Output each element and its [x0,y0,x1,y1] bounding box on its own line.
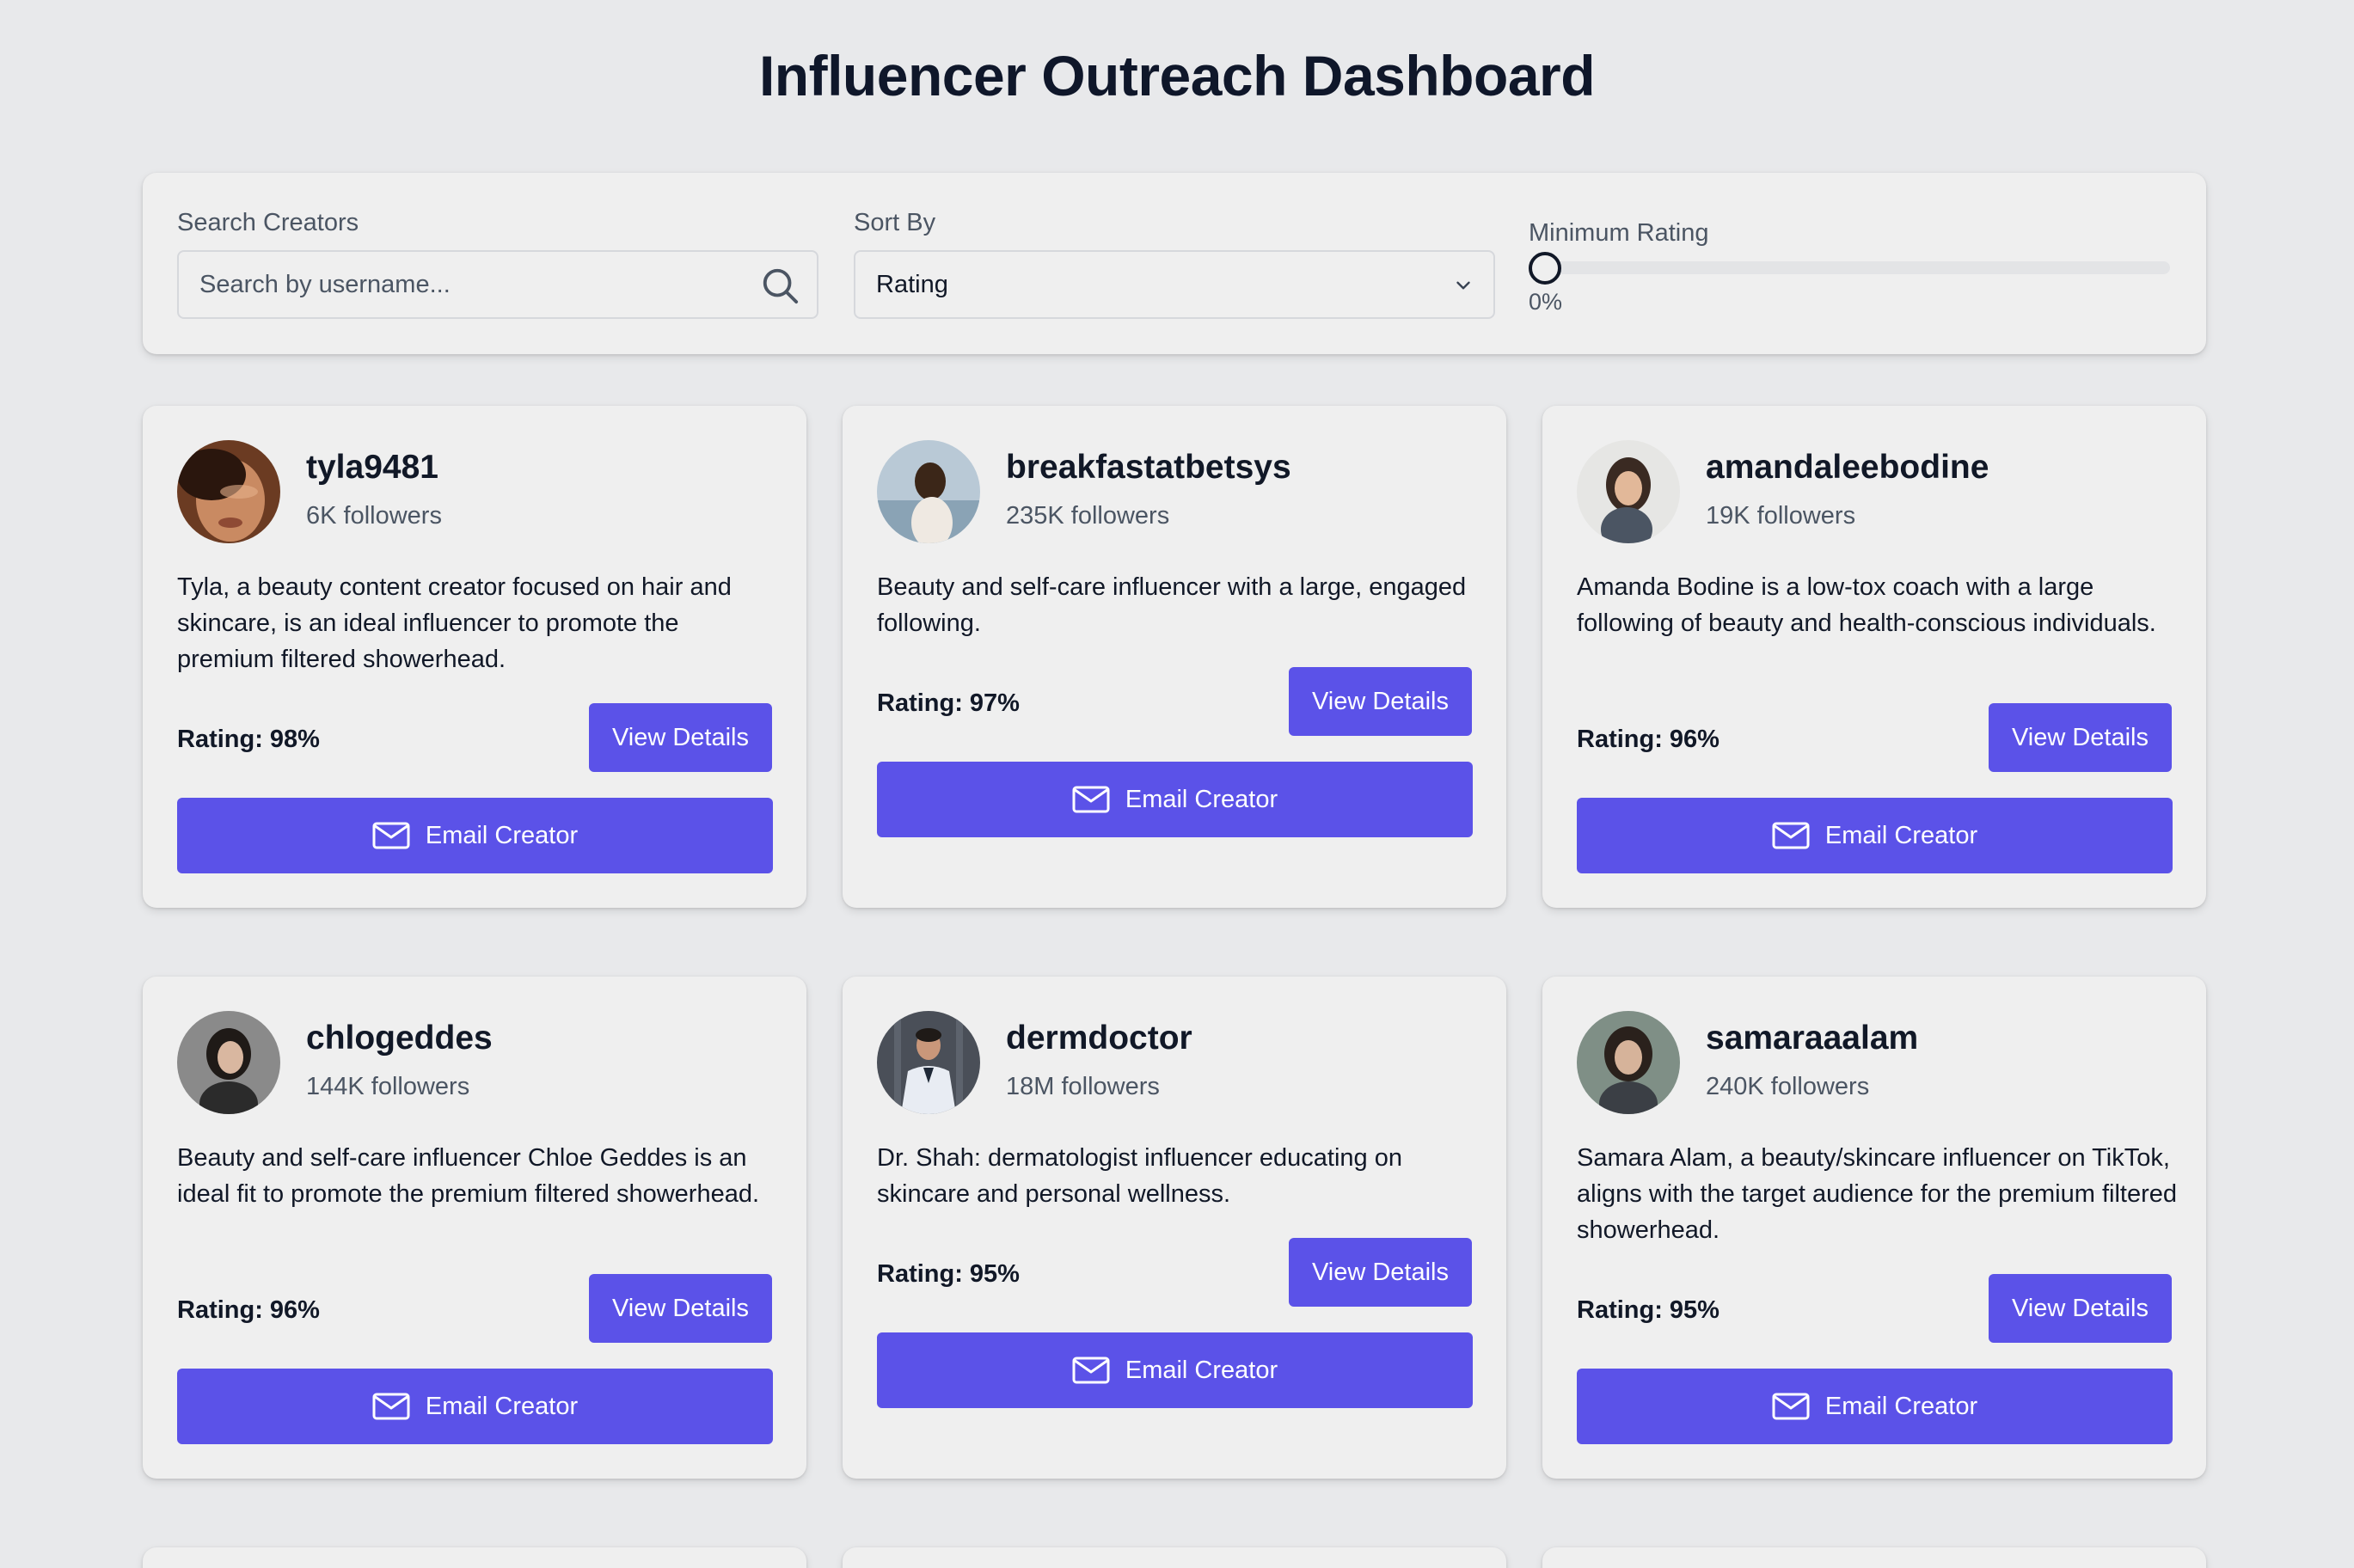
rating-slider-track[interactable] [1529,261,2170,274]
creator-username[interactable]: samaraaalam [1706,1020,1918,1057]
creator-bio: Beauty and self-care influencer Chloe Ge… [177,1144,760,1208]
avatar [177,440,280,543]
sort-label: Sort By [854,209,936,236]
creator-followers: 235K followers [1006,502,1170,530]
creator-rating: Rating: 97% [877,689,1020,717]
chevron-down-icon [1456,281,1470,290]
creator-card-partial [843,1547,1506,1568]
creator-rating: Rating: 96% [177,1296,320,1324]
email-creator-button[interactable]: Email Creator [1577,1369,2173,1444]
creator-rating: Rating: 95% [877,1260,1020,1288]
creator-card: chlogeddes 144K followers Beauty and sel… [143,977,806,1479]
creator-rating: Rating: 95% [1577,1296,1720,1324]
avatar [877,440,980,543]
creator-bio: Dr. Shah: dermatologist influencer educa… [877,1144,1402,1208]
email-creator-button[interactable]: Email Creator [1577,798,2173,873]
creator-card-partial [1542,1547,2206,1568]
sort-select[interactable]: Rating [854,250,1495,319]
search-input[interactable] [199,252,733,317]
rating-slider-thumb[interactable] [1529,252,1561,285]
sort-selected-value: Rating [876,271,948,298]
email-button-label: Email Creator [425,1392,579,1420]
email-button-label: Email Creator [1824,821,1978,849]
page-title: Influencer Outreach Dashboard [758,44,1596,107]
rating-slider-value: 0% [1529,289,1563,315]
view-details-button[interactable]: View Details [1989,1274,2172,1343]
creator-card: tyla9481 6K followers Tyla, a beauty con… [143,406,806,908]
view-details-button[interactable]: View Details [589,1274,772,1343]
mail-icon [1772,822,1810,849]
creator-card: amandaleebodine 19K followers Amanda Bod… [1542,406,2206,908]
email-button-label: Email Creator [425,821,579,849]
email-creator-button[interactable]: Email Creator [877,1332,1473,1408]
view-details-button[interactable]: View Details [1289,667,1472,736]
email-button-label: Email Creator [1125,785,1278,813]
view-details-button[interactable]: View Details [1989,703,2172,772]
creator-followers: 240K followers [1706,1073,1870,1100]
creator-rating: Rating: 96% [1577,726,1720,753]
avatar [1577,1011,1680,1114]
mail-icon [1072,786,1110,813]
search-label: Search Creators [177,209,359,236]
creator-username[interactable]: breakfastatbetsys [1006,449,1291,487]
creator-card: dermdoctor 18M followers Dr. Shah: derma… [843,977,1506,1479]
creator-username[interactable]: dermdoctor [1006,1020,1192,1057]
creator-followers: 18M followers [1006,1073,1160,1100]
creator-followers: 6K followers [306,502,442,530]
search-field[interactable] [177,250,818,319]
mail-icon [1072,1357,1110,1384]
email-creator-button[interactable]: Email Creator [877,762,1473,837]
avatar [177,1011,280,1114]
creator-card: samaraaalam 240K followers Samara Alam, … [1542,977,2206,1479]
creator-username[interactable]: amandaleebodine [1706,449,1989,487]
email-button-label: Email Creator [1824,1392,1978,1420]
creator-bio: Amanda Bodine is a low-tox coach with a … [1577,573,2156,637]
view-details-button[interactable]: View Details [1289,1238,1472,1307]
mail-icon [1772,1393,1810,1420]
mail-icon [372,822,410,849]
filter-panel: Search Creators Sort By Rating Minimum R… [143,173,2206,354]
email-button-label: Email Creator [1125,1356,1278,1384]
email-creator-button[interactable]: Email Creator [177,1369,773,1444]
creator-rating: Rating: 98% [177,726,320,753]
view-details-button[interactable]: View Details [589,703,772,772]
creator-bio: Beauty and self-care influencer with a l… [877,573,1467,637]
creator-bio: Tyla, a beauty content creator focused o… [177,573,732,673]
rating-label: Minimum Rating [1529,219,1709,247]
creator-followers: 144K followers [306,1073,470,1100]
search-icon[interactable] [760,266,800,305]
mail-icon [372,1393,410,1420]
creator-username[interactable]: tyla9481 [306,449,438,487]
dashboard-page: Influencer Outreach Dashboard Search Cre… [0,0,2354,1568]
creator-username[interactable]: chlogeddes [306,1020,493,1057]
creator-bio: Samara Alam, a beauty/skincare influence… [1577,1144,2177,1244]
avatar [1577,440,1680,543]
creator-card-partial [143,1547,806,1568]
creator-card: breakfastatbetsys 235K followers Beauty … [843,406,1506,908]
avatar [877,1011,980,1114]
creator-followers: 19K followers [1706,502,1856,530]
email-creator-button[interactable]: Email Creator [177,798,773,873]
